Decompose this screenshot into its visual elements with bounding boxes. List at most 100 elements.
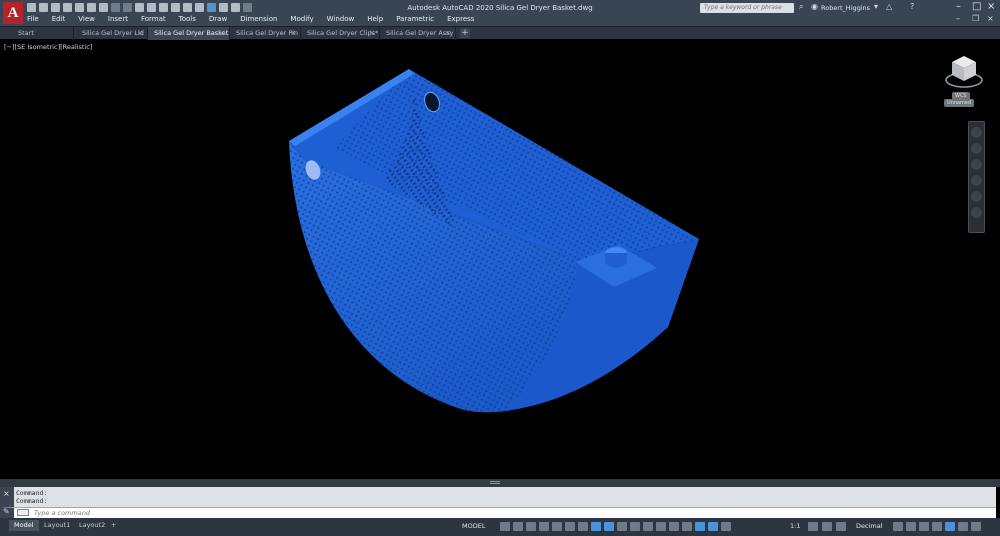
menu-view[interactable]: View <box>78 15 95 23</box>
save-as-icon[interactable] <box>63 3 72 12</box>
layer-properties-icon[interactable] <box>231 3 240 12</box>
hardware-acceleration-icon[interactable] <box>945 522 955 531</box>
nav-customize-icon[interactable] <box>971 207 982 218</box>
save-web-icon[interactable] <box>87 3 96 12</box>
customize-wrench-icon[interactable]: ✎ <box>3 507 10 517</box>
workspace-icon[interactable] <box>147 3 156 12</box>
open-web-icon[interactable] <box>75 3 84 12</box>
new-tab-button[interactable]: + <box>460 28 470 38</box>
gizmo-icon[interactable] <box>695 522 705 531</box>
menu-format[interactable]: Format <box>141 15 166 23</box>
autocad-logo-button[interactable]: A <box>3 2 23 24</box>
polar-icon[interactable] <box>565 522 575 531</box>
tab-close-icon[interactable]: × <box>219 27 225 39</box>
cart-icon[interactable]: ▾ <box>874 3 878 11</box>
auto-scale-icon[interactable] <box>721 522 731 531</box>
add-layout-button[interactable]: + <box>106 520 121 531</box>
object-snap-tracking-icon[interactable] <box>591 522 601 531</box>
annotation-scale[interactable]: 1:1 <box>790 522 800 530</box>
clean-screen-icon[interactable] <box>958 522 968 531</box>
doc-restore-icon[interactable]: ❐ <box>972 15 979 23</box>
tab-close-icon[interactable]: × <box>369 27 375 39</box>
doc-close-icon[interactable]: × <box>987 15 994 23</box>
viewcube-icon[interactable] <box>942 50 986 94</box>
quick-properties-icon[interactable] <box>893 522 903 531</box>
annotation-monitor-icon[interactable] <box>822 522 832 531</box>
new-icon[interactable] <box>27 3 36 12</box>
model-space-toggle[interactable]: MODEL <box>462 522 485 530</box>
command-line-resize-handle[interactable] <box>0 479 1000 487</box>
tab-dryer-assy[interactable]: Silica Gel Dryer Assy × <box>380 27 456 40</box>
lock-ui-icon[interactable] <box>906 522 916 531</box>
tab-close-icon[interactable]: × <box>445 27 451 39</box>
layout-tab-layout1[interactable]: Layout1 <box>39 520 75 531</box>
close-icon[interactable]: × <box>987 2 995 12</box>
ortho-icon[interactable] <box>552 522 562 531</box>
view-icon[interactable] <box>183 3 192 12</box>
selection-cycling-icon[interactable] <box>643 522 653 531</box>
menu-dimension[interactable]: Dimension <box>240 15 277 23</box>
customization-icon[interactable] <box>971 522 981 531</box>
customize-dropdown-icon[interactable] <box>243 3 252 12</box>
3d-osnap-icon[interactable] <box>656 522 666 531</box>
minimize-icon[interactable]: – <box>956 2 961 12</box>
workspace-switch-icon[interactable] <box>808 522 818 531</box>
graphics-performance-icon[interactable] <box>932 522 942 531</box>
tab-dryer-lid[interactable]: Silica Gel Dryer Lid × <box>76 27 148 40</box>
menu-parametric[interactable]: Parametric <box>396 15 434 23</box>
dynamic-ucs-icon[interactable] <box>669 522 679 531</box>
menu-express[interactable]: Express <box>447 15 474 23</box>
selection-filter-icon[interactable] <box>682 522 692 531</box>
layout-tab-model[interactable]: Model <box>9 520 39 531</box>
transparency-icon[interactable] <box>630 522 640 531</box>
orbit-icon[interactable] <box>971 175 982 186</box>
lineweight-icon[interactable] <box>617 522 627 531</box>
zoom-icon[interactable] <box>971 159 982 170</box>
isolate-objects-icon[interactable] <box>919 522 929 531</box>
visual-style-icon[interactable] <box>195 3 204 12</box>
annotation-visibility-icon[interactable] <box>708 522 718 531</box>
showmotion-icon[interactable] <box>971 191 982 202</box>
menu-edit[interactable]: Edit <box>52 15 66 23</box>
redo-icon[interactable] <box>123 3 132 12</box>
tab-close-icon[interactable]: × <box>137 27 143 39</box>
save-icon[interactable] <box>51 3 60 12</box>
infer-constraints-icon[interactable] <box>526 522 536 531</box>
menu-draw[interactable]: Draw <box>209 15 227 23</box>
search-icon[interactable]: ⌕ <box>799 3 807 11</box>
user-name[interactable]: Robert_Higgins <box>821 4 870 12</box>
menu-modify[interactable]: Modify <box>290 15 313 23</box>
open-icon[interactable] <box>39 3 48 12</box>
recent-commands-icon[interactable] <box>17 509 29 516</box>
grid-icon[interactable] <box>500 522 510 531</box>
help-search-input[interactable]: Type a keyword or phrase <box>700 3 794 13</box>
tab-dryer-clips[interactable]: Silica Gel Dryer Clips* × <box>301 27 380 40</box>
help-icon[interactable]: ? <box>910 3 914 11</box>
snap-icon[interactable] <box>513 522 523 531</box>
undo-icon[interactable] <box>111 3 120 12</box>
pan-icon[interactable] <box>971 143 982 154</box>
active-tool-icon[interactable] <box>207 3 216 12</box>
tab-dryer-pin[interactable]: Silica Gel Dryer Pin × <box>230 27 301 40</box>
share-icon[interactable] <box>135 3 144 12</box>
steering-wheel-icon[interactable] <box>971 127 982 138</box>
drawing-viewport[interactable]: [−][SE Isometric][Realistic] WCS Unnamed <box>2 40 996 479</box>
maximize-icon[interactable]: □ <box>972 2 981 12</box>
layout-tab-layout2[interactable]: Layout2 <box>74 520 110 531</box>
doc-minimize-icon[interactable]: – <box>956 15 960 23</box>
user-icon[interactable]: ◉ <box>811 3 818 11</box>
tab-dryer-basket[interactable]: Silica Gel Dryer Basket × <box>148 27 230 40</box>
isodraft-icon[interactable] <box>578 522 588 531</box>
tab-close-icon[interactable]: × <box>290 27 296 39</box>
menu-window[interactable]: Window <box>327 15 355 23</box>
menu-insert[interactable]: Insert <box>108 15 128 23</box>
units-dropdown[interactable]: Decimal <box>856 522 883 530</box>
properties-icon[interactable] <box>219 3 228 12</box>
command-line-close-icon[interactable]: × <box>3 489 10 498</box>
ucs-menu[interactable]: Unnamed <box>944 99 975 107</box>
menu-tools[interactable]: Tools <box>179 15 196 23</box>
tab-start[interactable]: Start <box>12 27 74 40</box>
dynamic-input-icon[interactable] <box>539 522 549 531</box>
match-properties-icon[interactable] <box>171 3 180 12</box>
object-snap-icon[interactable] <box>604 522 614 531</box>
